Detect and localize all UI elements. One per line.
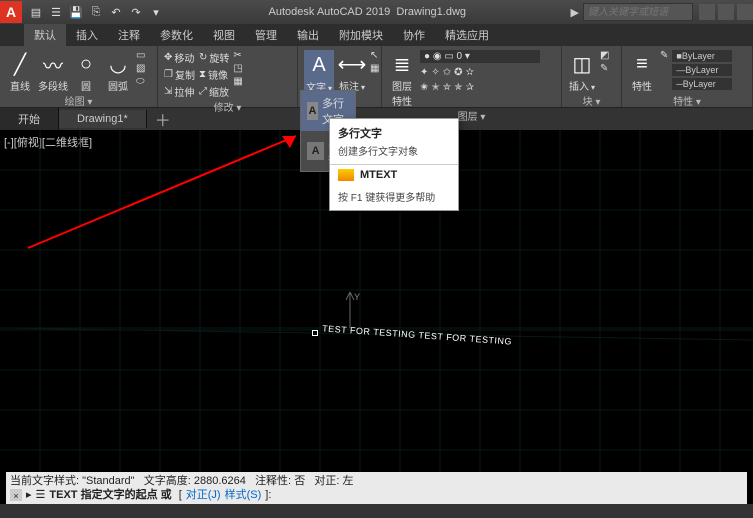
hatch-icon[interactable]: ▨ [136, 63, 145, 74]
lineweight-dropdown[interactable]: — ByLayer [672, 64, 732, 76]
title-play-icon[interactable]: ▶ [571, 6, 579, 19]
open-icon[interactable]: ☰ [48, 4, 64, 20]
tooltip-footer: 按 F1 键获得更多帮助 [330, 185, 458, 210]
layer-tool-icon[interactable]: ✭ [431, 82, 439, 93]
edit-block-icon[interactable]: ✎ [600, 63, 609, 74]
layer-tool-icon[interactable]: ✩ [443, 67, 451, 78]
match-props-icon[interactable]: ✎ [660, 50, 668, 61]
tooltip-title: 多行文字 [330, 119, 458, 143]
tab-output[interactable]: 输出 [287, 24, 329, 46]
color-dropdown[interactable]: ■ ByLayer [672, 50, 732, 62]
tab-manage[interactable]: 管理 [245, 24, 287, 46]
block-icon: ◫ [568, 50, 596, 78]
tab-collab[interactable]: 协作 [393, 24, 435, 46]
text-a-icon: A [307, 142, 324, 160]
line-icon: ╱ [6, 50, 34, 78]
qat-more-icon[interactable]: ▾ [148, 4, 164, 20]
cmd-option-style[interactable]: 样式(S) [225, 488, 262, 502]
layer-tool-icon[interactable]: ✯ [454, 82, 462, 93]
properties-button[interactable]: ≡特性 [628, 50, 656, 93]
tab-parametric[interactable]: 参数化 [150, 24, 203, 46]
tab-insert[interactable]: 插入 [66, 24, 108, 46]
circle-icon: ○ [72, 50, 100, 78]
circle-button[interactable]: ○圆 [72, 50, 100, 93]
arc-button[interactable]: ◡圆弧 [104, 50, 132, 93]
exchange-icon[interactable] [718, 4, 734, 20]
text-a-icon: A [307, 102, 318, 120]
layer-tool-icon[interactable]: ✮ [443, 82, 451, 93]
redo-icon[interactable]: ↷ [128, 4, 144, 20]
tab-annotate[interactable]: 注释 [108, 24, 150, 46]
status-bar [0, 504, 753, 518]
ribbon-tabs: 默认 插入 注释 参数化 视图 管理 输出 附加模块 协作 精选应用 [0, 24, 753, 46]
panel-block-label: 块 ▾ [568, 93, 615, 110]
tooltip-desc: 创建多行文字对象 [330, 143, 458, 164]
table-icon[interactable]: ▦ [370, 63, 379, 74]
rect-icon[interactable]: ▭ [136, 50, 145, 61]
layer-tool-icon[interactable]: ✫ [466, 67, 474, 78]
props-icon: ≡ [628, 50, 656, 78]
window-title: Autodesk AutoCAD 2019 Drawing1.dwg [164, 6, 571, 18]
dimension-button[interactable]: ⟷标注 [338, 50, 366, 93]
command-icon [338, 169, 354, 181]
line-button[interactable]: ╱直线 [6, 50, 34, 93]
tooltip: 多行文字 创建多行文字对象 MTEXT 按 F1 键获得更多帮助 [329, 118, 459, 211]
saveas-icon[interactable]: ⎘ [88, 4, 104, 20]
mirror-button[interactable]: ⧗ 镜像 [199, 67, 229, 82]
array-icon[interactable]: ▦ [233, 76, 242, 87]
layer-dropdown[interactable]: ● ◉ ▭ 0 ▾ [420, 50, 540, 63]
undo-icon[interactable]: ↶ [108, 4, 124, 20]
tab-start[interactable]: 开始 [0, 108, 59, 130]
tab-featured[interactable]: 精选应用 [435, 24, 499, 46]
svg-text:Y: Y [354, 292, 360, 302]
tab-addins[interactable]: 附加模块 [329, 24, 393, 46]
quick-access-toolbar: ▤ ☰ 💾 ⎘ ↶ ↷ ▾ [28, 4, 164, 20]
stretch-button[interactable]: ⇲ 拉伸 [164, 84, 195, 99]
arc-icon: ◡ [104, 50, 132, 78]
tab-drawing1[interactable]: Drawing1* [59, 110, 147, 128]
fillet-icon[interactable]: ◳ [233, 63, 242, 74]
save-icon[interactable]: 💾 [68, 4, 84, 20]
linetype-dropdown[interactable]: ─ ByLayer [672, 78, 732, 90]
command-line[interactable]: 当前文字样式: "Standard" 文字高度: 2880.6264 注释性: … [6, 472, 747, 504]
layer-tool-icon[interactable]: ✬ [420, 82, 428, 93]
panel-prop-label: 特性 ▾ [628, 93, 746, 110]
close-cmd-icon[interactable]: × [10, 489, 22, 501]
panel-modify-label: 修改 ▾ [164, 99, 291, 116]
layer-props-button[interactable]: ≣图层 特性 [388, 50, 416, 108]
cmd-caret-icon[interactable]: ▸ [26, 488, 32, 502]
layer-tool-icon[interactable]: ✪ [454, 67, 462, 78]
ribbon: ╱直线 〰多段线 ○圆 ◡圆弧 ▭ ▨ ⬭ 绘图 ▾ ✥ 移动 ❐ 复制 ⇲ 拉… [0, 46, 753, 108]
move-button[interactable]: ✥ 移动 [164, 50, 195, 65]
new-icon[interactable]: ▤ [28, 4, 44, 20]
text-button[interactable]: A文字 [304, 50, 334, 95]
polyline-icon: 〰 [39, 50, 67, 78]
text-icon: A [305, 51, 333, 79]
text-anchor [312, 330, 318, 336]
insert-block-button[interactable]: ◫插入 [568, 50, 596, 93]
trim-icon[interactable]: ✂ [233, 50, 242, 61]
new-tab-button[interactable]: ＋ [147, 107, 179, 131]
cmd-option-justify[interactable]: 对正(J) [186, 488, 221, 502]
app-logo[interactable]: A [0, 1, 22, 23]
ellipse-icon[interactable]: ⬭ [136, 76, 145, 87]
polyline-button[interactable]: 〰多段线 [38, 50, 68, 93]
rotate-button[interactable]: ↻ 旋转 [199, 50, 229, 65]
dim-icon: ⟷ [338, 50, 366, 78]
layer-tool-icon[interactable]: ✦ [420, 67, 428, 78]
layers-icon: ≣ [388, 50, 416, 78]
help-icon[interactable] [737, 4, 753, 20]
layer-tool-icon[interactable]: ✧ [431, 67, 439, 78]
tab-default[interactable]: 默认 [24, 24, 66, 46]
tooltip-command: MTEXT [330, 165, 458, 185]
signin-icon[interactable] [699, 4, 715, 20]
tab-view[interactable]: 视图 [203, 24, 245, 46]
annotation-arrow [18, 130, 318, 260]
layer-tool-icon[interactable]: ✰ [466, 82, 474, 93]
create-block-icon[interactable]: ◩ [600, 50, 609, 61]
leader-icon[interactable]: ↖ [370, 50, 379, 61]
help-search-input[interactable] [583, 3, 693, 21]
scale-button[interactable]: ⤢ 缩放 [199, 84, 229, 99]
copy-button[interactable]: ❐ 复制 [164, 67, 195, 82]
